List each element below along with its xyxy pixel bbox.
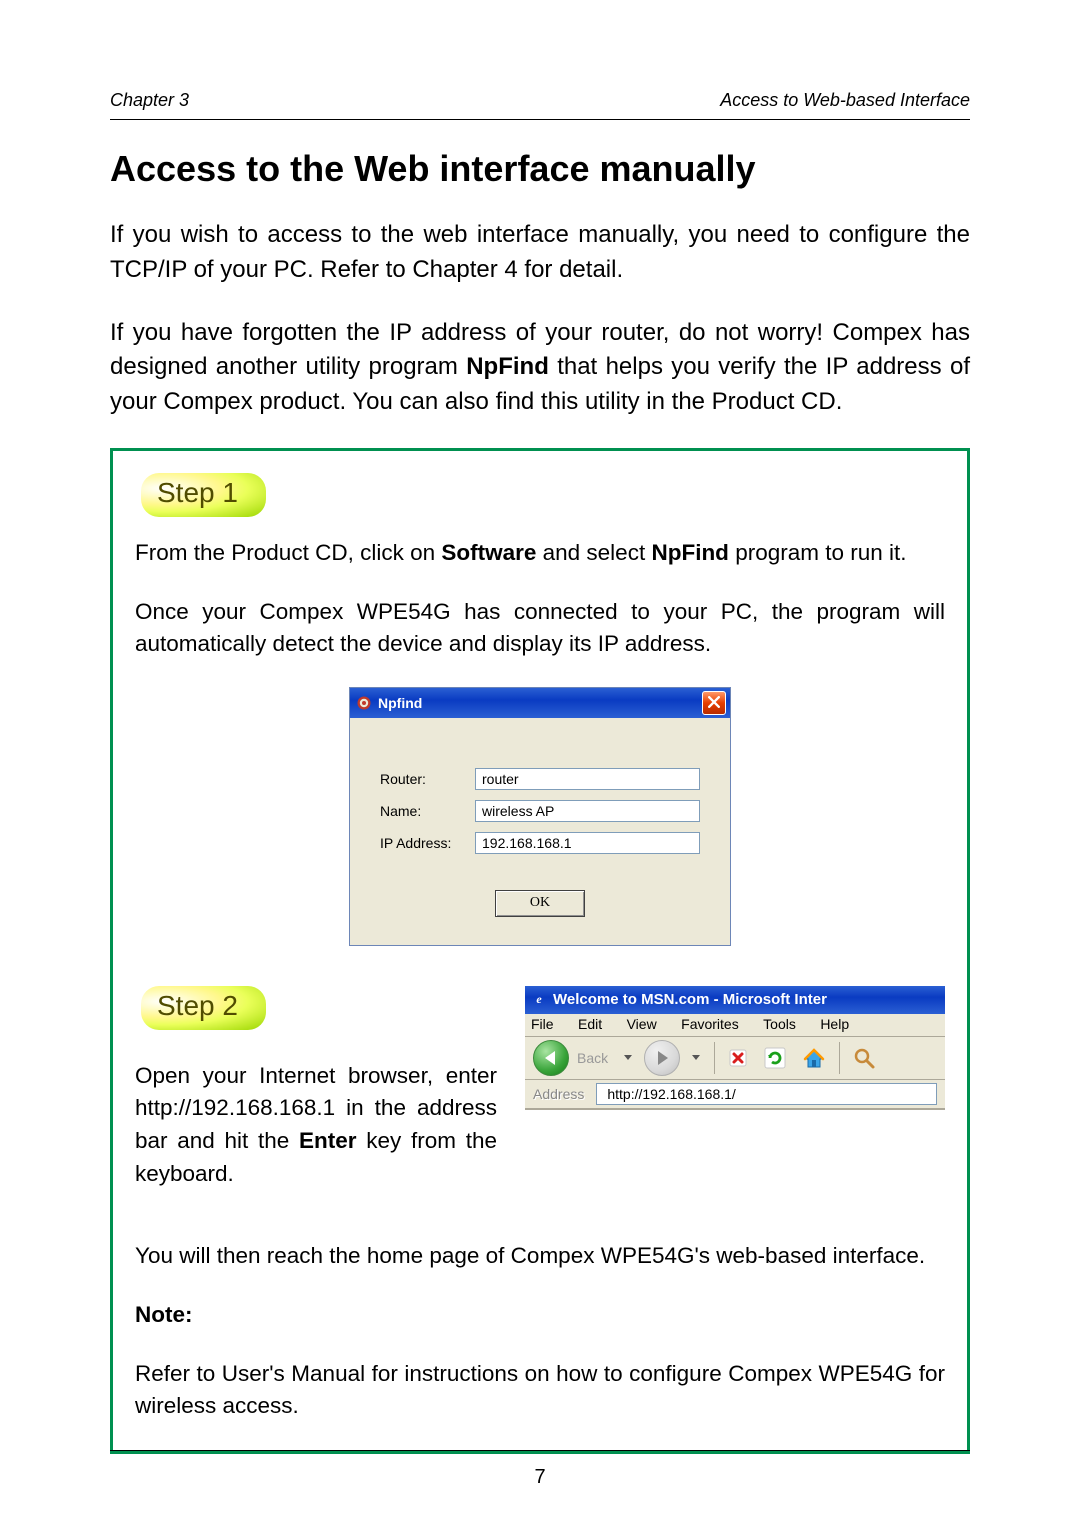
running-head-left: Chapter 3 bbox=[110, 90, 189, 111]
text-fragment: and select bbox=[536, 540, 651, 565]
note-heading: Note: bbox=[135, 1299, 945, 1332]
dropdown-icon[interactable] bbox=[692, 1055, 700, 1060]
step-1-pill: Step 1 bbox=[141, 473, 266, 517]
text-fragment: program to run it. bbox=[729, 540, 907, 565]
back-arrow-icon bbox=[545, 1051, 555, 1065]
refresh-icon bbox=[763, 1046, 787, 1070]
dropdown-icon[interactable] bbox=[624, 1055, 632, 1060]
menu-view[interactable]: View bbox=[627, 1016, 657, 1032]
refresh-button[interactable] bbox=[759, 1044, 791, 1072]
stop-button[interactable] bbox=[723, 1044, 753, 1072]
back-label: Back bbox=[577, 1050, 608, 1066]
npfind-title: Npfind bbox=[356, 695, 422, 711]
bold-npfind: NpFind bbox=[466, 353, 549, 380]
home-button[interactable] bbox=[797, 1044, 831, 1072]
search-button[interactable] bbox=[848, 1044, 880, 1072]
stop-icon bbox=[727, 1047, 749, 1069]
footer-rule bbox=[110, 1450, 970, 1451]
npfind-router-value[interactable]: router bbox=[475, 768, 700, 790]
running-head-right: Access to Web-based Interface bbox=[720, 90, 970, 111]
section-title: Access to the Web interface manually bbox=[110, 148, 970, 190]
npfind-name-row: Name: wireless AP bbox=[380, 800, 700, 822]
npfind-ip-value[interactable]: 192.168.168.1 bbox=[475, 832, 700, 854]
forward-button[interactable] bbox=[644, 1040, 680, 1076]
note-body: Refer to User's Manual for instructions … bbox=[135, 1358, 945, 1423]
ie-toolbar: Back bbox=[525, 1037, 945, 1080]
toolbar-divider bbox=[839, 1042, 840, 1074]
ie-icon: e bbox=[531, 992, 547, 1008]
close-icon bbox=[708, 696, 720, 710]
forward-arrow-icon bbox=[658, 1051, 668, 1065]
menu-help[interactable]: Help bbox=[820, 1016, 849, 1032]
ok-button[interactable]: OK bbox=[495, 890, 585, 917]
ie-menubar: File Edit View Favorites Tools Help bbox=[525, 1014, 945, 1037]
back-button[interactable] bbox=[533, 1040, 569, 1076]
step-2-after: You will then reach the home page of Com… bbox=[135, 1240, 945, 1273]
home-icon bbox=[801, 1045, 827, 1071]
npfind-name-label: Name: bbox=[380, 803, 475, 819]
npfind-router-row: Router: router bbox=[380, 768, 700, 790]
ie-title-text: Welcome to MSN.com - Microsoft Inter bbox=[553, 991, 827, 1008]
ie-address-bar: Address http://192.168.168.1/ bbox=[525, 1080, 945, 1109]
text-fragment: From the Product CD, click on bbox=[135, 540, 441, 565]
step-2-pill: Step 2 bbox=[141, 986, 266, 1030]
step-2-text: Open your Internet browser, enter http:/… bbox=[135, 1060, 497, 1191]
bold-software: Software bbox=[441, 540, 536, 565]
step-2-column-text: Step 2 Open your Internet browser, enter… bbox=[135, 986, 497, 1217]
header-rule bbox=[110, 119, 970, 120]
steps-box: Step 1 From the Product CD, click on Sof… bbox=[110, 448, 970, 1454]
intro-paragraph-1: If you wish to access to the web interfa… bbox=[110, 218, 970, 288]
npfind-title-text: Npfind bbox=[378, 695, 422, 711]
close-button[interactable] bbox=[702, 691, 726, 715]
npfind-router-label: Router: bbox=[380, 771, 475, 787]
menu-tools[interactable]: Tools bbox=[763, 1016, 796, 1032]
menu-favorites[interactable]: Favorites bbox=[681, 1016, 739, 1032]
npfind-ip-label: IP Address: bbox=[380, 835, 475, 851]
ie-window: e Welcome to MSN.com - Microsoft Inter F… bbox=[525, 986, 945, 1125]
menu-edit[interactable]: Edit bbox=[578, 1016, 602, 1032]
ie-page-clip bbox=[525, 1109, 945, 1125]
page-number: 7 bbox=[0, 1466, 1080, 1489]
bold-npfind-inline: NpFind bbox=[651, 540, 728, 565]
menu-file[interactable]: File bbox=[531, 1016, 554, 1032]
toolbar-divider bbox=[714, 1042, 715, 1074]
intro-paragraph-2: If you have forgotten the IP address of … bbox=[110, 316, 970, 420]
app-icon bbox=[356, 695, 372, 711]
npfind-ip-row: IP Address: 192.168.168.1 bbox=[380, 832, 700, 854]
npfind-body: Router: router Name: wireless AP IP Addr… bbox=[350, 718, 730, 945]
address-label: Address bbox=[533, 1086, 584, 1102]
address-input[interactable]: http://192.168.168.1/ bbox=[596, 1083, 937, 1105]
ie-titlebar[interactable]: e Welcome to MSN.com - Microsoft Inter bbox=[525, 986, 945, 1014]
search-icon bbox=[852, 1046, 876, 1070]
npfind-name-value[interactable]: wireless AP bbox=[475, 800, 700, 822]
step-1-line-1: From the Product CD, click on Software a… bbox=[135, 537, 945, 570]
step-1-line-2: Once your Compex WPE54G has connected to… bbox=[135, 596, 945, 661]
npfind-titlebar[interactable]: Npfind bbox=[350, 688, 730, 718]
bold-enter: Enter bbox=[299, 1128, 357, 1153]
npfind-window: Npfind Router: router Name: wireless AP bbox=[349, 687, 731, 946]
